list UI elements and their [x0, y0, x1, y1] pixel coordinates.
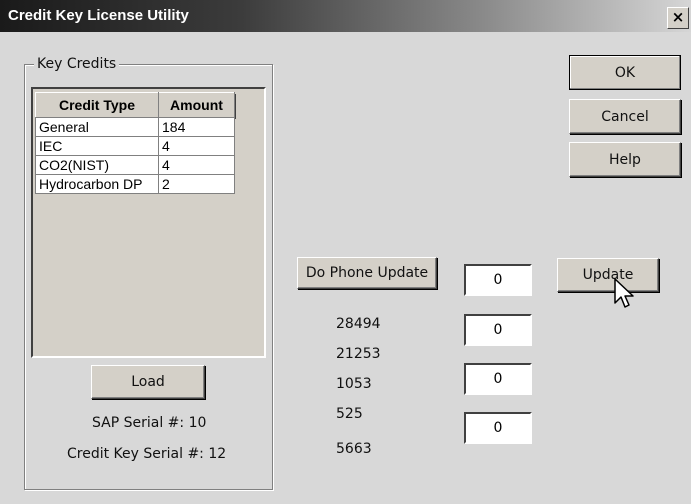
credits-table[interactable]: Credit Type Amount General 184 IEC 4 CO2…	[35, 92, 235, 194]
amount-cell[interactable]: 4	[158, 136, 235, 156]
input-field-2[interactable]: 0	[464, 314, 532, 346]
load-button[interactable]: Load	[91, 365, 205, 399]
input-field-3[interactable]: 0	[464, 363, 532, 395]
ok-button[interactable]: OK	[569, 55, 681, 90]
title-bar[interactable]: Credit Key License Utility ×	[0, 0, 691, 32]
input-field-4[interactable]: 0	[464, 412, 532, 444]
amount-cell[interactable]: 2	[158, 174, 235, 194]
credit-type-cell[interactable]: IEC	[35, 136, 159, 156]
credit-type-cell[interactable]: Hydrocarbon DP	[35, 174, 159, 194]
close-button[interactable]: ×	[667, 7, 689, 29]
table-header-row: Credit Type Amount	[35, 92, 235, 118]
table-row[interactable]: CO2(NIST) 4	[35, 155, 235, 175]
table-row[interactable]: IEC 4	[35, 136, 235, 156]
amount-cell[interactable]: 184	[158, 117, 235, 137]
mouse-cursor-icon	[614, 278, 634, 308]
phone-code-3: 1053	[336, 376, 372, 392]
sap-serial-label: SAP Serial #: 10	[92, 415, 207, 431]
credit-key-serial-label: Credit Key Serial #: 12	[67, 446, 227, 462]
close-icon: ×	[671, 8, 685, 26]
column-header-credit-type[interactable]: Credit Type	[35, 92, 159, 118]
phone-code-1: 28494	[336, 316, 381, 332]
phone-code-2: 21253	[336, 346, 381, 362]
update-button[interactable]: Update	[557, 258, 659, 292]
input-field-1[interactable]: 0	[464, 264, 532, 296]
column-header-amount[interactable]: Amount	[158, 92, 235, 118]
credit-type-cell[interactable]: CO2(NIST)	[35, 155, 159, 175]
credit-type-cell[interactable]: General	[35, 117, 159, 137]
table-row[interactable]: Hydrocarbon DP 2	[35, 174, 235, 194]
phone-code-5: 5663	[336, 441, 372, 457]
phone-code-4: 525	[336, 406, 363, 422]
cancel-button[interactable]: Cancel	[569, 99, 681, 134]
do-phone-update-button[interactable]: Do Phone Update	[297, 257, 437, 289]
help-button[interactable]: Help	[569, 142, 681, 177]
key-credits-legend: Key Credits	[34, 56, 120, 72]
window-title: Credit Key License Utility	[8, 7, 189, 24]
table-row[interactable]: General 184	[35, 117, 235, 137]
amount-cell[interactable]: 4	[158, 155, 235, 175]
